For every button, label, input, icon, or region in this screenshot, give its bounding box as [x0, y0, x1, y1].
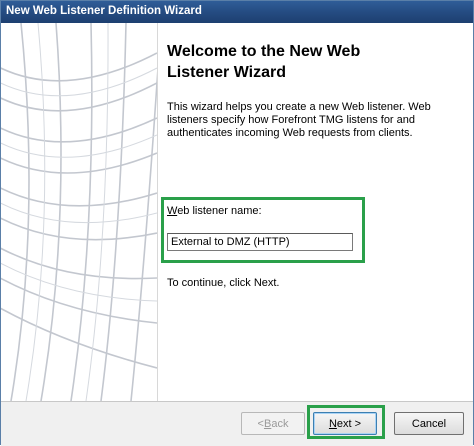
page-heading: Welcome to the New Web Listener Wizard [167, 41, 457, 83]
next-button-highlight-box [307, 405, 385, 439]
window-title: New Web Listener Definition Wizard [6, 5, 202, 17]
back-mnemonic: B [263, 417, 272, 430]
back-rest: ack [271, 417, 289, 430]
button-bar: < Back Next > Cancel [1, 401, 473, 446]
heading-line-1: Welcome to the New Web [167, 43, 361, 60]
continue-instruction: To continue, click Next. [167, 277, 280, 289]
wizard-side-graphic [1, 23, 158, 401]
intro-text: This wizard helps you create a new Web l… [167, 101, 431, 139]
title-bar[interactable]: New Web Listener Definition Wizard [1, 1, 473, 23]
wizard-window: New Web Listener Definition Wizard Welco… [0, 0, 474, 446]
cancel-button[interactable]: Cancel [394, 412, 464, 435]
back-button[interactable]: < Back [241, 412, 305, 435]
decorative-wave-graphic [1, 23, 157, 401]
name-field-highlight-box [161, 197, 365, 263]
heading-line-2: Listener Wizard [167, 64, 286, 81]
